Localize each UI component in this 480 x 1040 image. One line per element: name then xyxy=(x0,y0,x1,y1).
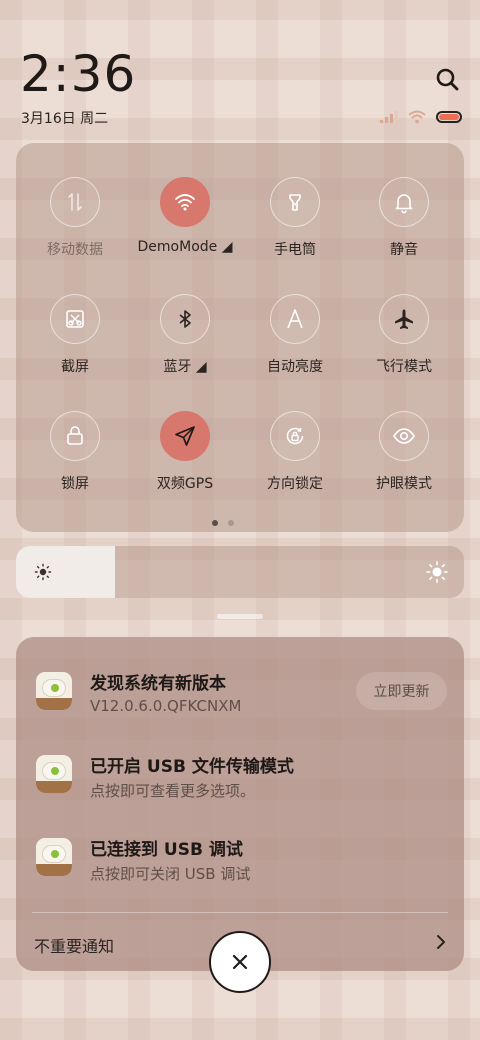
notification-subtitle: 点按即可关闭 USB 调试 xyxy=(90,865,251,883)
chevron-right-icon[interactable] xyxy=(434,933,448,951)
update-now-button[interactable]: 立即更新 xyxy=(356,672,447,710)
page-dot-active xyxy=(212,520,218,526)
search-icon[interactable] xyxy=(432,64,464,96)
tile-auto-brightness[interactable]: 自动亮度 xyxy=(240,294,350,376)
wifi-icon xyxy=(160,177,210,227)
brightness-fill xyxy=(16,546,115,598)
brightness-high-icon xyxy=(426,561,448,583)
notification-item-usb-debug[interactable]: 已连接到 USB 调试 点按即可关闭 USB 调试 xyxy=(36,835,456,891)
eye-icon xyxy=(379,411,429,461)
tile-mobile-data[interactable]: 移动数据 xyxy=(20,177,130,259)
airplane-icon xyxy=(379,294,429,344)
brightness-slider[interactable] xyxy=(16,546,464,598)
clear-all-button[interactable] xyxy=(209,931,271,993)
drag-handle[interactable] xyxy=(217,614,263,619)
screenshot-icon xyxy=(50,294,100,344)
tile-lock-screen[interactable]: 锁屏 xyxy=(20,411,130,493)
tile-wifi[interactable]: DemoMode ◢ xyxy=(130,177,240,255)
tile-label: 护眼模式 xyxy=(376,476,432,492)
tile-label: DemoMode ◢ xyxy=(137,239,233,255)
tile-gps[interactable]: 双频GPS xyxy=(130,411,240,493)
tile-label: 移动数据 xyxy=(47,242,103,258)
tile-bluetooth[interactable]: 蓝牙 ◢ xyxy=(130,294,240,376)
tile-label: 飞行模式 xyxy=(376,359,432,375)
tile-airplane[interactable]: 飞行模式 xyxy=(349,294,459,376)
app-icon xyxy=(36,838,72,876)
notification-panel: 发现系统有新版本 V12.0.6.0.QFKCNXM 立即更新 已开启 USB … xyxy=(16,637,464,971)
tile-label: 手电筒 xyxy=(274,242,316,258)
brightness-low-icon xyxy=(34,563,52,581)
notification-item-usb-transfer[interactable]: 已开启 USB 文件传输模式 点按即可查看更多选项。 xyxy=(36,752,456,808)
signal-icon xyxy=(380,111,398,123)
tile-label: 双频GPS xyxy=(156,476,214,492)
date-text: 3月16日 周二 xyxy=(21,111,109,127)
tile-label: 自动亮度 xyxy=(267,359,323,375)
tile-label: 静音 xyxy=(390,242,418,258)
rotation-lock-icon xyxy=(270,411,320,461)
page-dot xyxy=(228,520,234,526)
app-icon xyxy=(36,672,72,710)
notification-title: 已连接到 USB 调试 xyxy=(90,840,243,860)
divider xyxy=(32,912,448,913)
battery-icon xyxy=(436,111,462,123)
tile-silent[interactable]: 静音 xyxy=(349,177,459,259)
tile-rotation-lock[interactable]: 方向锁定 xyxy=(240,411,350,493)
bluetooth-icon xyxy=(160,294,210,344)
flashlight-icon xyxy=(270,177,320,227)
unimportant-notifications-link[interactable]: 不重要通知 xyxy=(34,933,114,957)
status-icons xyxy=(380,108,462,126)
location-icon xyxy=(160,411,210,461)
tile-screenshot[interactable]: 截屏 xyxy=(20,294,130,376)
notification-title: 已开启 USB 文件传输模式 xyxy=(90,757,294,777)
close-icon xyxy=(232,954,248,970)
bell-icon xyxy=(379,177,429,227)
lock-icon xyxy=(50,411,100,461)
tile-label: 锁屏 xyxy=(61,476,89,492)
tile-label: 蓝牙 ◢ xyxy=(163,359,207,375)
notification-title: 发现系统有新版本 xyxy=(90,674,226,694)
page-indicator xyxy=(212,520,234,526)
tile-flashlight[interactable]: 手电筒 xyxy=(240,177,350,259)
notification-subtitle: 点按即可查看更多选项。 xyxy=(90,782,256,800)
mobile-data-icon xyxy=(50,177,100,227)
tile-label: 方向锁定 xyxy=(267,476,323,492)
tile-label: 截屏 xyxy=(61,359,89,375)
tile-eye-comfort[interactable]: 护眼模式 xyxy=(349,411,459,493)
app-icon xyxy=(36,755,72,793)
auto-brightness-icon xyxy=(270,294,320,344)
wifi-status-icon xyxy=(408,110,426,124)
notification-subtitle: V12.0.6.0.QFKCNXM xyxy=(90,697,242,715)
clock: 2:36 xyxy=(20,45,137,103)
quick-settings-panel: 移动数据 DemoMode ◢ 手电筒 静音 截屏 蓝牙 ◢ 自动亮度 飞行模式… xyxy=(16,143,464,532)
